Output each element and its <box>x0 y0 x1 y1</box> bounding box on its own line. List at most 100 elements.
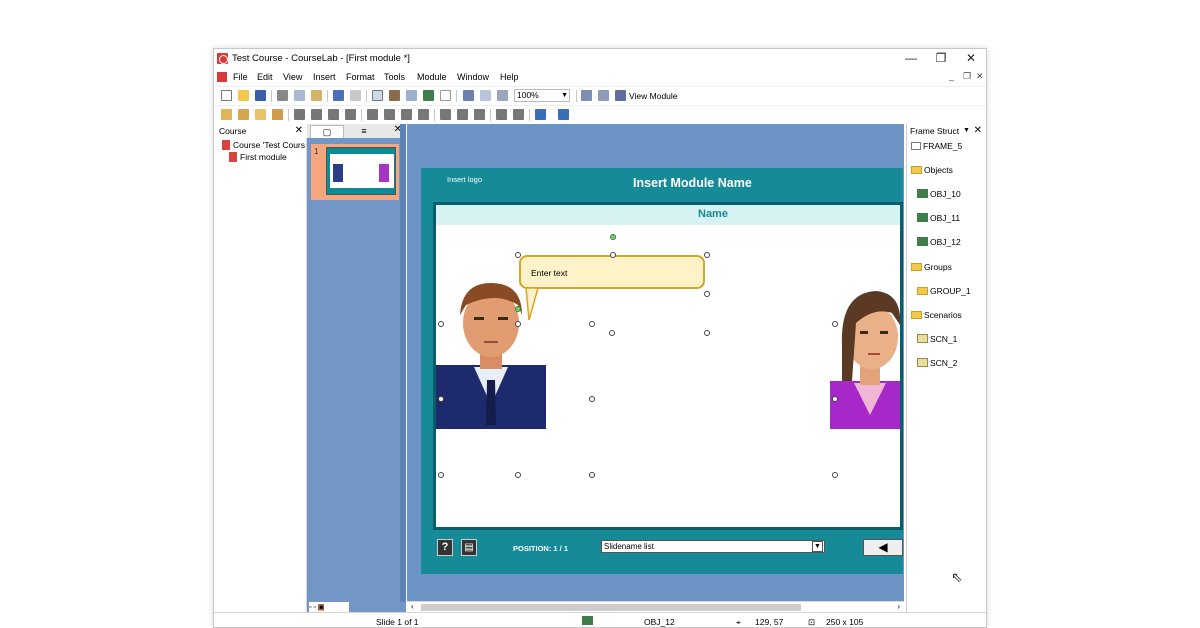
selection-handle[interactable] <box>609 330 615 336</box>
insert-picture-icon[interactable] <box>406 90 417 101</box>
rotation-handle[interactable] <box>515 306 521 312</box>
align-right-icon[interactable] <box>401 109 412 120</box>
minimize-button[interactable]: — <box>896 50 926 67</box>
zoom-select[interactable]: 100% ▼ <box>514 89 570 102</box>
selection-handle[interactable] <box>704 291 710 297</box>
menu-file[interactable]: File <box>233 72 248 82</box>
scroll-left-icon[interactable]: ‹ <box>411 602 414 611</box>
tree-item-module[interactable]: First module <box>229 152 287 162</box>
selection-handle[interactable] <box>704 330 710 336</box>
publish-icon[interactable] <box>480 90 491 101</box>
menu-insert[interactable]: Insert <box>313 72 336 82</box>
speech-bubble[interactable]: Enter text <box>519 255 705 289</box>
horizontal-scrollbar[interactable]: ‹ › <box>407 601 904 612</box>
selection-handle[interactable] <box>832 472 838 478</box>
scroll-right-icon[interactable]: › <box>897 602 900 611</box>
new-icon[interactable] <box>221 90 232 101</box>
maximize-button[interactable]: ❐ <box>926 50 956 67</box>
fs-folder-objects[interactable]: Objects <box>911 165 953 175</box>
slide-content-area[interactable]: Name <box>433 202 903 530</box>
line-color-icon[interactable] <box>558 109 569 120</box>
align-bottom-icon[interactable] <box>311 109 322 120</box>
fs-item-scn1[interactable]: SCN_1 <box>917 334 957 344</box>
notes-button[interactable]: ▤ <box>461 539 477 556</box>
same-height-icon[interactable] <box>457 109 468 120</box>
view-module-icon[interactable] <box>615 90 626 101</box>
previous-slide-button[interactable]: ◀ <box>863 539 903 556</box>
selection-handle[interactable] <box>610 252 616 258</box>
fs-item-frame[interactable]: FRAME_5 <box>911 141 962 151</box>
fs-folder-scenarios[interactable]: Scenarios <box>911 310 962 320</box>
selection-handle[interactable] <box>832 321 838 327</box>
menu-module[interactable]: Module <box>417 72 447 82</box>
copy-icon[interactable] <box>294 90 305 101</box>
close-icon[interactable]: ✕ <box>974 124 982 138</box>
selection-handle[interactable] <box>438 321 444 327</box>
open-folder-icon[interactable] <box>238 90 249 101</box>
align-left-icon[interactable] <box>367 109 378 120</box>
group-icon[interactable] <box>496 109 507 120</box>
menu-window[interactable]: Window <box>457 72 489 82</box>
bring-front-icon[interactable] <box>221 109 232 120</box>
fs-item-obj10[interactable]: OBJ_10 <box>917 189 961 199</box>
selection-handle[interactable] <box>438 396 444 402</box>
selection-handle[interactable] <box>515 252 521 258</box>
preview-icon[interactable] <box>463 90 474 101</box>
tab-outline[interactable]: ≡ <box>347 125 381 138</box>
menu-edit[interactable]: Edit <box>257 72 273 82</box>
align-top-icon[interactable] <box>294 109 305 120</box>
slidename-list-select[interactable]: Slidename list ▼ <box>601 540 825 553</box>
mdi-close-button[interactable]: ✕ <box>976 71 984 82</box>
document-menu-icon[interactable] <box>217 72 227 82</box>
menu-format[interactable]: Format <box>346 72 375 82</box>
selection-handle[interactable] <box>832 396 838 402</box>
undo-icon[interactable] <box>333 90 344 101</box>
redo-icon[interactable] <box>350 90 361 101</box>
fs-item-group1[interactable]: GROUP_1 <box>917 286 971 296</box>
distribute-icon[interactable] <box>345 109 356 120</box>
add-slide-icon[interactable] <box>598 90 609 101</box>
horizontal-scroll-thumb[interactable] <box>421 604 801 611</box>
menu-view[interactable]: View <box>283 72 302 82</box>
slides-scrollbar[interactable] <box>400 124 406 602</box>
selection-handle[interactable] <box>589 472 595 478</box>
insert-logo-text[interactable]: Insert logo <box>447 175 482 184</box>
align-center-icon[interactable] <box>384 109 395 120</box>
cut-icon[interactable] <box>277 90 288 101</box>
fs-folder-groups[interactable]: Groups <box>911 262 952 272</box>
pointer-icon[interactable] <box>440 90 451 101</box>
selection-handle[interactable] <box>704 252 710 258</box>
female-character-image[interactable] <box>830 285 900 429</box>
align-spacing-icon[interactable] <box>418 109 429 120</box>
view-module-button[interactable]: View Module <box>629 91 678 101</box>
align-middle-icon[interactable] <box>328 109 339 120</box>
selection-handle[interactable] <box>589 321 595 327</box>
forward-icon[interactable] <box>255 109 266 120</box>
settings-icon[interactable] <box>497 90 508 101</box>
paste-icon[interactable] <box>311 90 322 101</box>
menu-tools[interactable]: Tools <box>384 72 405 82</box>
tree-item-course[interactable]: Course 'Test Cours <box>222 140 305 150</box>
send-back-icon[interactable] <box>238 109 249 120</box>
selection-handle[interactable] <box>515 472 521 478</box>
chevron-down-icon[interactable]: ▼ <box>963 124 970 138</box>
slide-frame[interactable]: Insert logo Insert Module Name Name Ente… <box>421 168 903 574</box>
mdi-restore-button[interactable]: ❐ <box>963 71 971 82</box>
slide-thumbnail[interactable]: 1 <box>311 144 399 200</box>
mdi-minimize-button[interactable]: _ <box>949 71 954 81</box>
fill-color-icon[interactable] <box>535 109 546 120</box>
insert-object-icon[interactable] <box>423 90 434 101</box>
same-size-icon[interactable] <box>474 109 485 120</box>
backward-icon[interactable] <box>272 109 283 120</box>
insert-image-icon[interactable] <box>372 90 383 101</box>
speech-bubble-text[interactable]: Enter text <box>531 268 567 278</box>
tab-slides[interactable]: ▢ <box>310 125 344 138</box>
help-button[interactable]: ? <box>437 539 453 556</box>
same-width-icon[interactable] <box>440 109 451 120</box>
close-icon[interactable]: ✕ <box>295 124 303 138</box>
insert-character-icon[interactable] <box>389 90 400 101</box>
ungroup-icon[interactable] <box>513 109 524 120</box>
selection-handle[interactable] <box>515 321 521 327</box>
slide-editor-canvas[interactable]: Insert logo Insert Module Name Name Ente… <box>407 124 904 614</box>
fs-item-obj11[interactable]: OBJ_11 <box>917 213 960 223</box>
